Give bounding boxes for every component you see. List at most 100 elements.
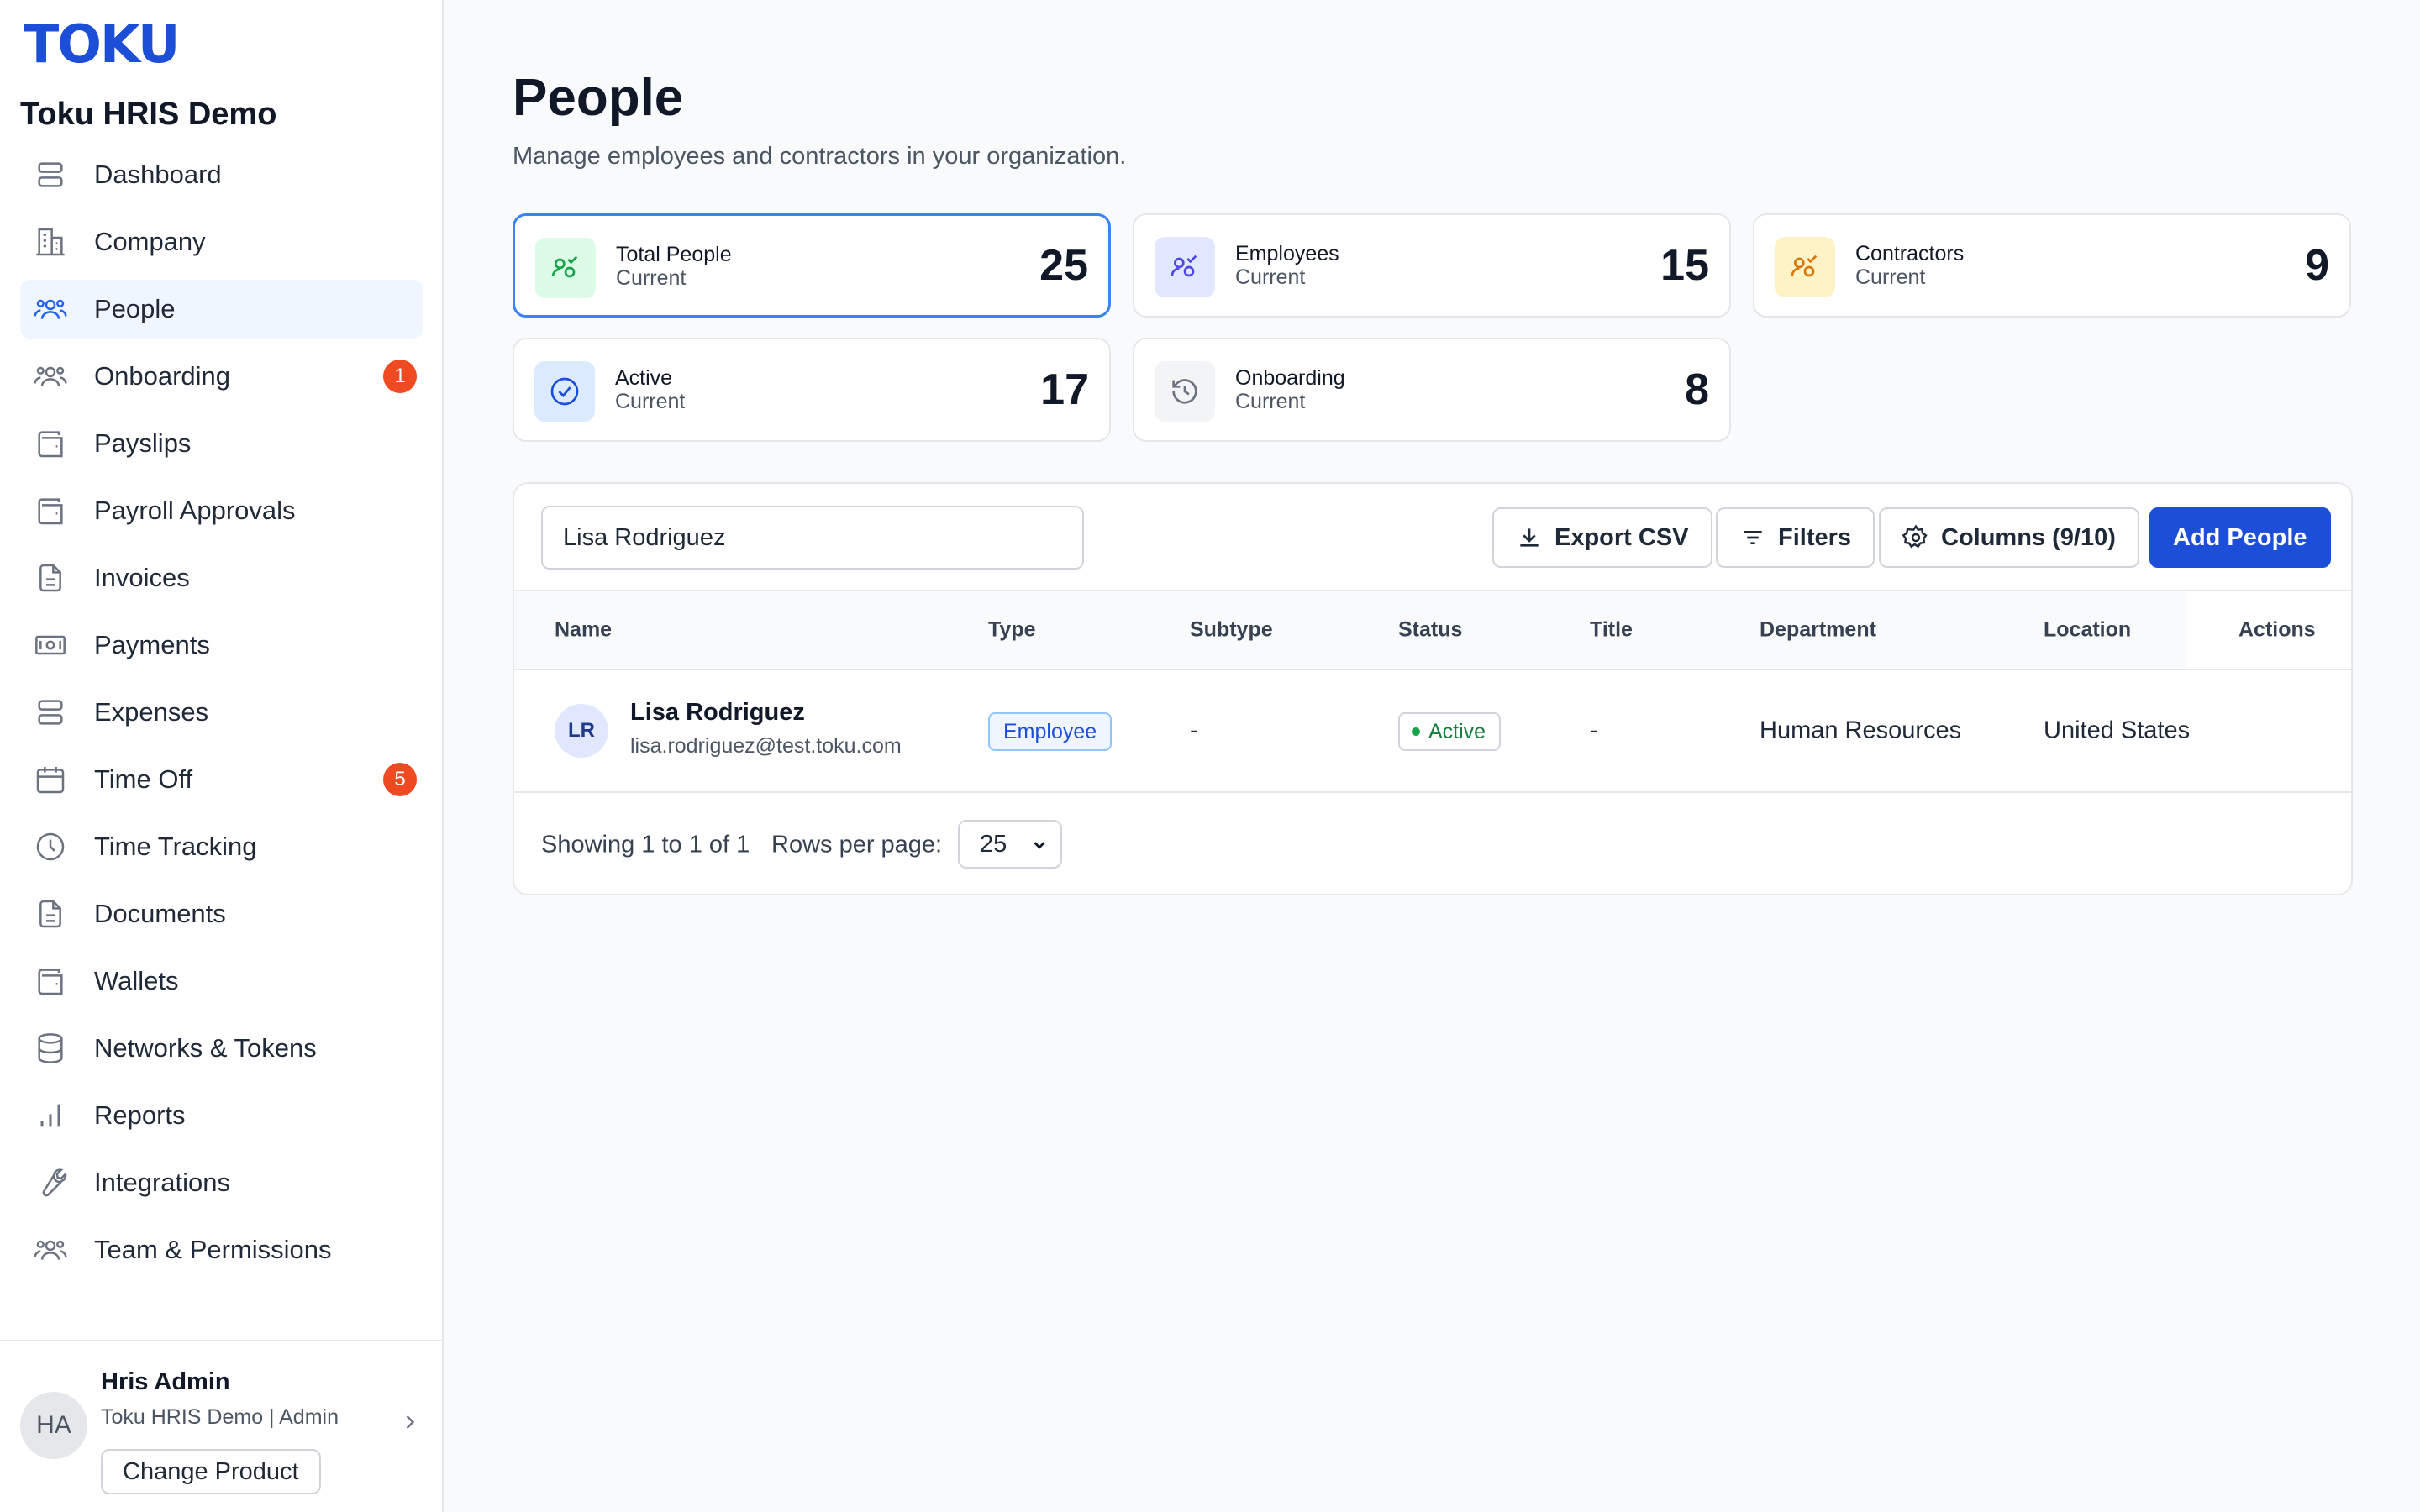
sidebar-item-label: Dashboard xyxy=(94,160,222,189)
table-toolbar: Export CSV Filters Columns (9/10) Add Pe… xyxy=(514,484,2351,590)
column-header-department[interactable]: Department xyxy=(1760,618,1876,643)
stat-card-contractors[interactable]: Contractors Current 9 xyxy=(1753,213,2351,318)
sidebar-item-wallets[interactable]: Wallets xyxy=(20,952,424,1011)
sidebar: TOKU Toku HRIS Demo Dashboard Company Pe… xyxy=(0,0,444,1512)
stat-title: Contractors xyxy=(1855,242,1965,265)
column-header-subtype[interactable]: Subtype xyxy=(1190,618,1273,643)
sidebar-item-documents[interactable]: Documents xyxy=(20,885,424,943)
export-csv-button[interactable]: Export CSV xyxy=(1492,507,1712,568)
status-label: Active xyxy=(1428,719,1486,743)
sidebar-item-company[interactable]: Company xyxy=(20,213,424,271)
people-icon xyxy=(535,238,596,298)
page-title: People xyxy=(513,69,684,127)
search-input[interactable] xyxy=(541,506,1084,570)
dashboard-icon xyxy=(34,158,67,192)
sidebar-nav: Dashboard Company People Onboarding 1 Pa… xyxy=(20,145,424,1288)
status-badge: Active xyxy=(1398,712,1502,751)
column-header-status[interactable]: Status xyxy=(1398,618,1462,643)
sidebar-item-label: Documents xyxy=(94,899,226,928)
chevron-right-icon[interactable] xyxy=(398,1410,422,1434)
sidebar-item-team-permissions[interactable]: Team & Permissions xyxy=(20,1221,424,1279)
rows-per-page-select[interactable]: 25 xyxy=(958,820,1062,869)
stat-title: Total People xyxy=(616,243,732,266)
stat-card-total-people[interactable]: Total People Current 25 xyxy=(513,213,1111,318)
user-name: Hris Admin xyxy=(101,1368,230,1395)
document-icon xyxy=(34,561,67,595)
clock-icon xyxy=(34,830,67,864)
bar-chart-icon xyxy=(34,1099,67,1132)
sidebar-item-invoices[interactable]: Invoices xyxy=(20,549,424,607)
sidebar-item-label: Payslips xyxy=(94,428,192,458)
sidebar-item-payroll-approvals[interactable]: Payroll Approvals xyxy=(20,481,424,540)
sidebar-item-people[interactable]: People xyxy=(20,280,424,339)
column-header-name[interactable]: Name xyxy=(555,618,612,643)
pagination: Showing 1 to 1 of 1 Rows per page: 25 xyxy=(514,793,2351,894)
columns-label: Columns (9/10) xyxy=(1941,523,2116,551)
wallet-icon xyxy=(34,964,67,998)
location-cell: United States xyxy=(2044,717,2191,744)
filter-icon xyxy=(1744,531,1762,544)
sidebar-item-payslips[interactable]: Payslips xyxy=(20,414,424,473)
sidebar-item-label: Company xyxy=(94,227,206,256)
column-header-type[interactable]: Type xyxy=(988,618,1036,643)
sidebar-item-expenses[interactable]: Expenses xyxy=(20,683,424,742)
rows-per-page-label: Rows per page: xyxy=(771,831,943,858)
sidebar-item-label: Payments xyxy=(94,630,210,659)
change-product-button[interactable]: Change Product xyxy=(101,1449,321,1494)
column-header-location[interactable]: Location xyxy=(2044,618,2131,643)
subtype-cell: - xyxy=(1190,717,1198,744)
stat-subtitle: Current xyxy=(1855,265,1926,289)
stat-subtitle: Current xyxy=(616,266,687,290)
check-circle-icon xyxy=(534,361,595,422)
sidebar-item-payments[interactable]: Payments xyxy=(20,616,424,675)
building-icon xyxy=(34,225,67,259)
sidebar-item-time-off[interactable]: Time Off 5 xyxy=(20,750,424,809)
history-icon xyxy=(1155,361,1215,422)
sidebar-item-integrations[interactable]: Integrations xyxy=(20,1153,424,1212)
wrench-icon xyxy=(34,1166,67,1200)
sidebar-item-dashboard[interactable]: Dashboard xyxy=(20,145,424,204)
people-icon xyxy=(1775,237,1835,297)
columns-button[interactable]: Columns (9/10) xyxy=(1879,507,2139,568)
sidebar-item-reports[interactable]: Reports xyxy=(20,1086,424,1145)
chevron-down-icon xyxy=(1034,842,1045,849)
stat-value: 8 xyxy=(1685,365,1709,414)
user-role: Toku HRIS Demo | Admin xyxy=(101,1405,339,1429)
stat-card-employees[interactable]: Employees Current 15 xyxy=(1133,213,1731,318)
table-row[interactable]: LR Lisa Rodriguez lisa.rodriguez@test.to… xyxy=(514,670,2351,793)
sidebar-item-time-tracking[interactable]: Time Tracking xyxy=(20,817,424,876)
page-subtitle: Manage employees and contractors in your… xyxy=(513,143,1127,170)
stat-card-active[interactable]: Active Current 17 xyxy=(513,338,1111,442)
stat-subtitle: Current xyxy=(1235,390,1306,413)
organization-name: Toku HRIS Demo xyxy=(20,97,277,132)
wallet-icon xyxy=(34,427,67,460)
column-header-title[interactable]: Title xyxy=(1590,618,1633,643)
sidebar-item-networks-tokens[interactable]: Networks & Tokens xyxy=(20,1019,424,1078)
showing-count: Showing 1 to 1 of 1 xyxy=(541,831,750,858)
filters-button[interactable]: Filters xyxy=(1716,507,1876,568)
add-people-button[interactable]: Add People xyxy=(2149,507,2331,568)
stat-value: 15 xyxy=(1660,241,1709,290)
user-panel[interactable]: HA Hris Admin Toku HRIS Demo | Admin Cha… xyxy=(0,1340,442,1512)
onboarding-icon xyxy=(34,360,67,393)
stat-card-onboarding[interactable]: Onboarding Current 8 xyxy=(1133,338,1731,442)
rows-per-page-value: 25 xyxy=(980,830,1007,858)
stack-icon xyxy=(34,696,67,729)
sidebar-item-label: Team & Permissions xyxy=(94,1235,332,1264)
people-icon xyxy=(1155,237,1215,297)
stat-value: 17 xyxy=(1040,365,1089,414)
person-name[interactable]: Lisa Rodriguez xyxy=(630,699,805,727)
sidebar-item-onboarding[interactable]: Onboarding 1 xyxy=(20,347,424,406)
sidebar-item-label: Time Off xyxy=(94,764,193,794)
avatar: LR xyxy=(555,704,608,758)
filters-label: Filters xyxy=(1778,523,1852,551)
sidebar-item-label: Integrations xyxy=(94,1168,230,1197)
stats-grid: Total People Current 25 Employees Curren… xyxy=(513,213,2353,442)
stat-subtitle: Current xyxy=(1235,265,1306,289)
toku-logo[interactable]: TOKU xyxy=(24,18,180,71)
people-table-card: Export CSV Filters Columns (9/10) Add Pe… xyxy=(513,482,2353,895)
people-icon xyxy=(34,292,67,326)
document-icon xyxy=(34,897,67,931)
title-cell: - xyxy=(1590,717,1598,744)
sidebar-item-label: Invoices xyxy=(94,563,190,592)
